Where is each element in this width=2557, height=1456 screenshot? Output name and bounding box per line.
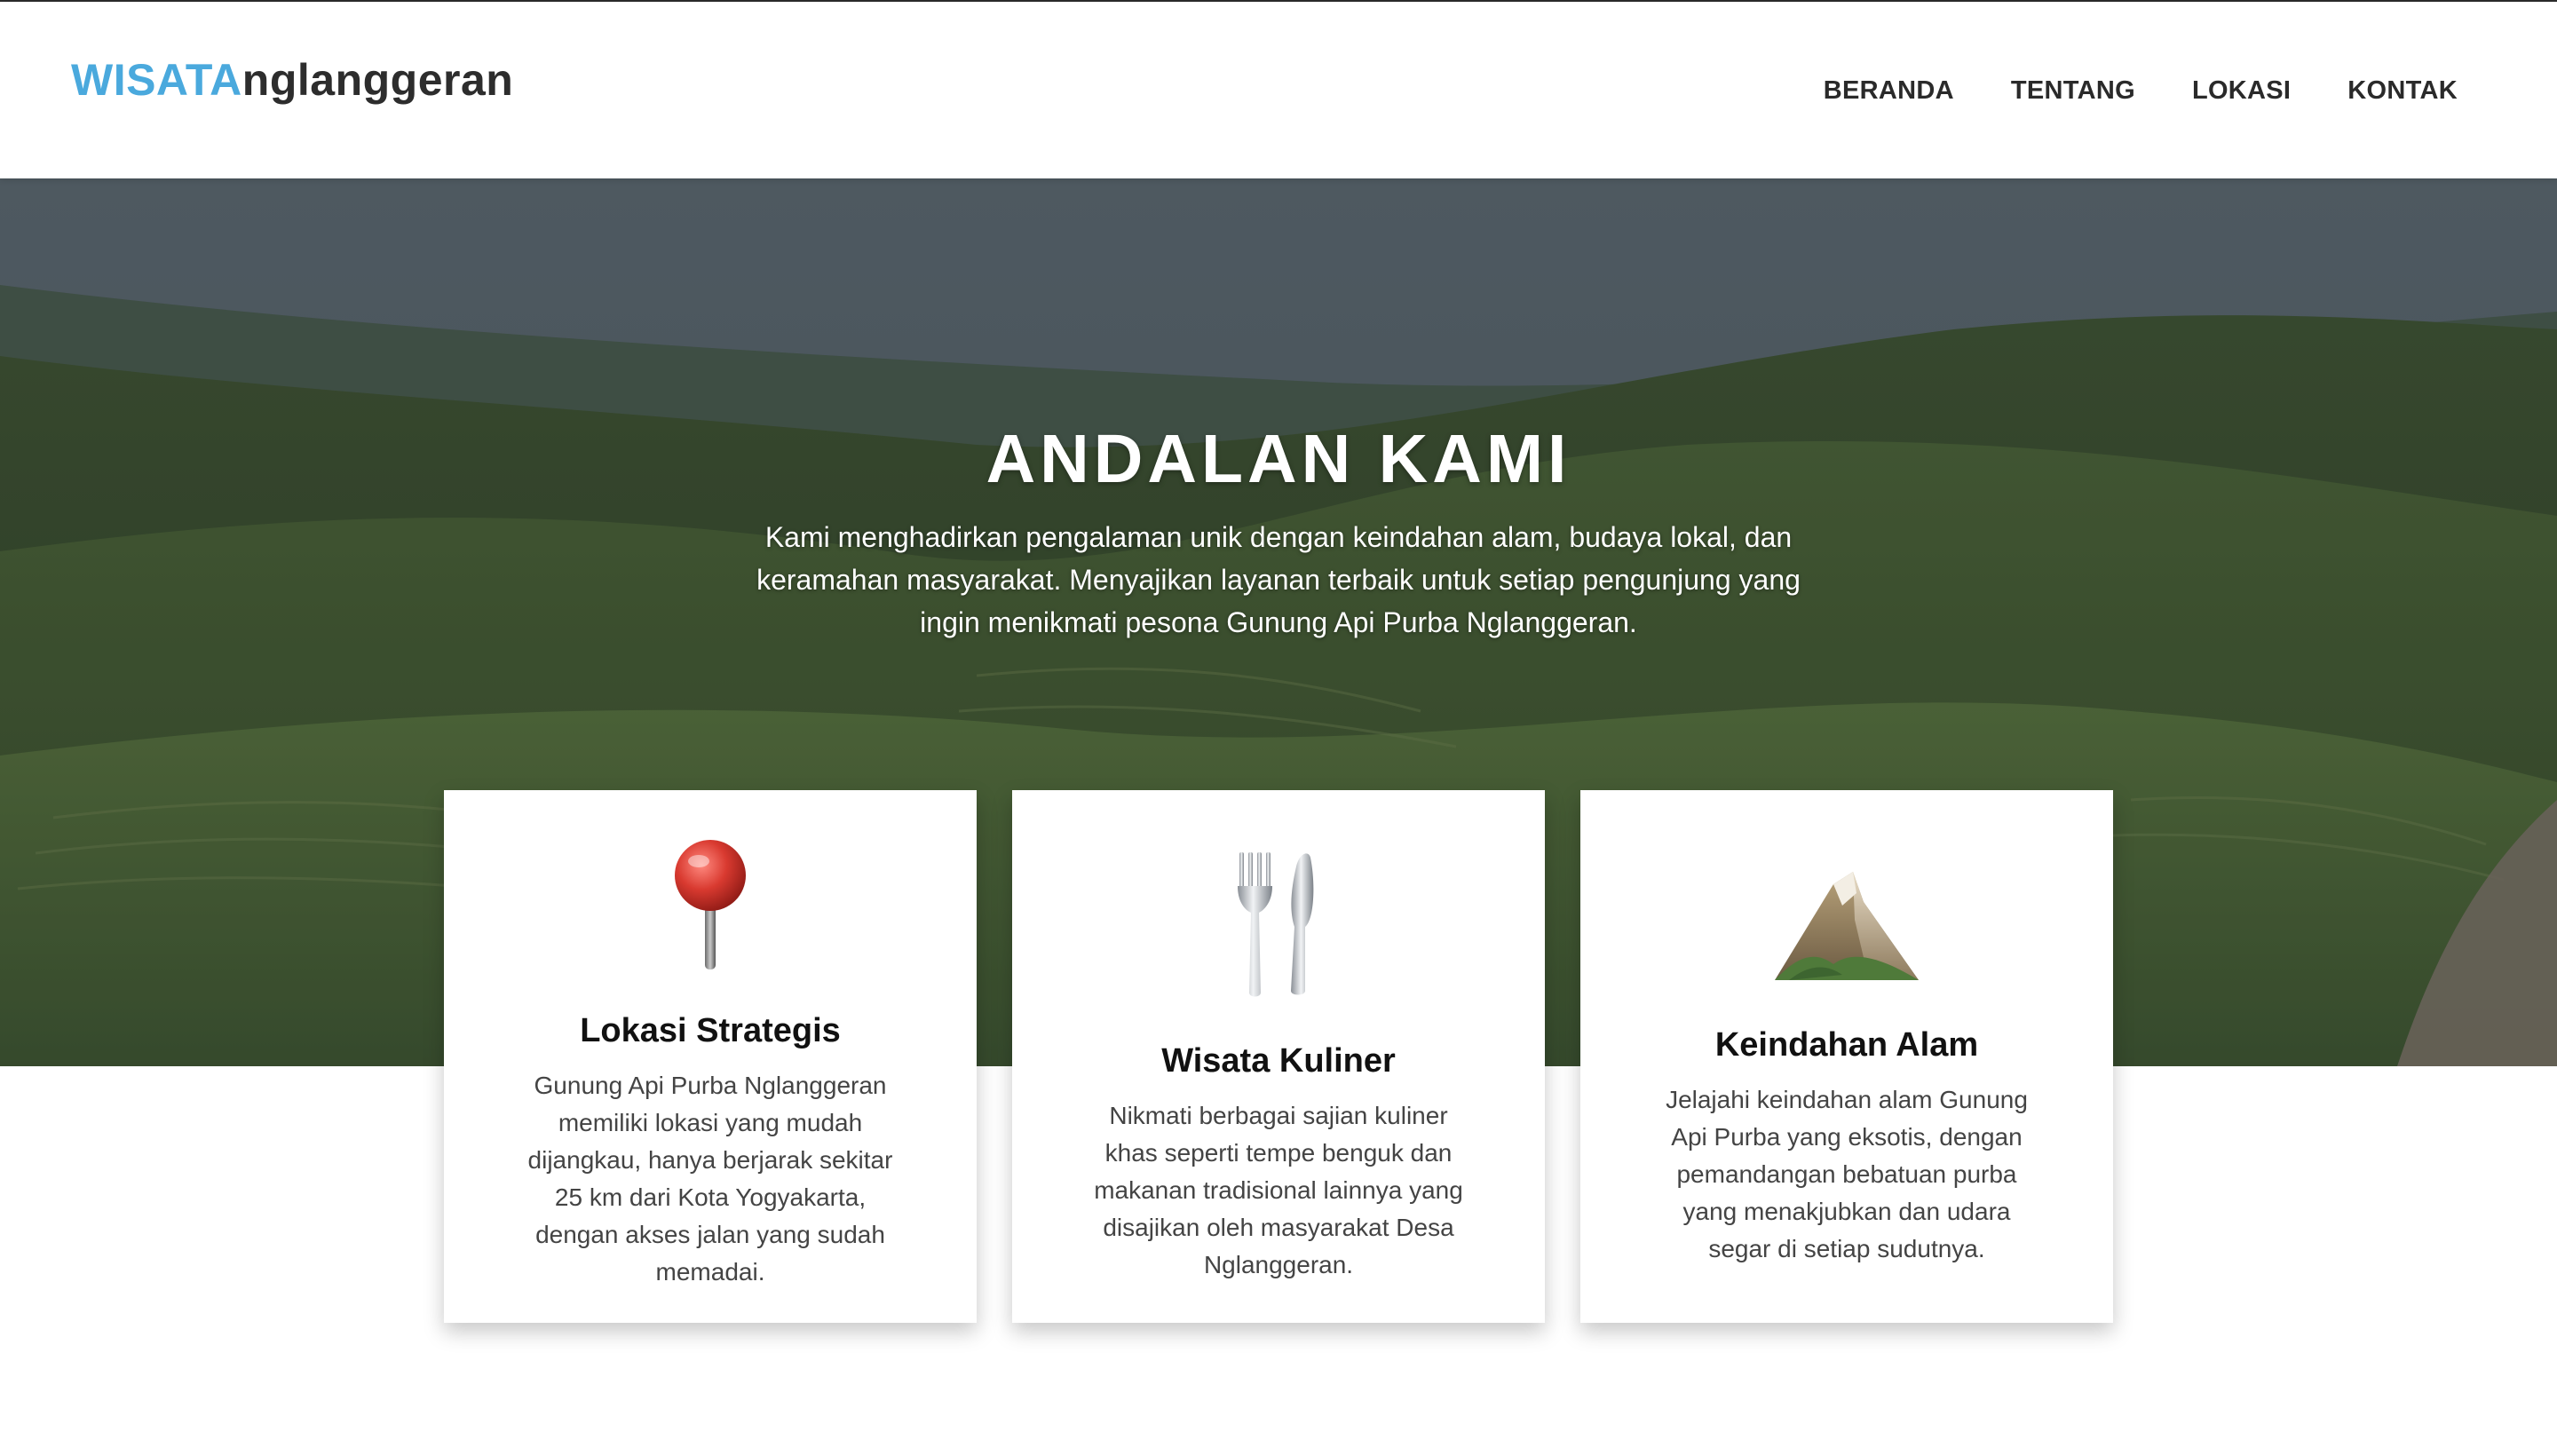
logo-main-text: nglanggeran — [241, 55, 514, 105]
feature-description: Nikmati berbagai sajian kuliner khas sep… — [1094, 1102, 1463, 1278]
hero-description: Kami menghadirkan pengalaman unik dengan… — [756, 521, 1801, 638]
feature-card-kuliner[interactable]: Wisata Kuliner Nikmati berbagai sajian k… — [1012, 790, 1545, 1323]
feature-card-alam[interactable]: Keindahan Alam Jelajahi keindahan alam G… — [1580, 790, 2113, 1323]
feature-title: Keindahan Alam — [1714, 1026, 1979, 1064]
site-header: WISATAnglanggeran BERANDA TENTANG LOKASI… — [0, 2, 2557, 178]
nav-link-kontak[interactable]: KONTAK — [2347, 73, 2458, 108]
fork-and-knife-icon — [1238, 852, 1314, 997]
mountain-icon — [1775, 872, 1919, 980]
features-card-row: Lokasi Strategis Gunung Api Purba Nglang… — [444, 790, 2113, 1323]
feature-description: Jelajahi keindahan alam Gunung Api Purba… — [1666, 1086, 2028, 1262]
nav-link-lokasi[interactable]: LOKASI — [2192, 73, 2291, 108]
nav-link-beranda[interactable]: BERANDA — [1824, 73, 1954, 108]
feature-title: Wisata Kuliner — [1161, 1042, 1396, 1080]
main-navigation: BERANDA TENTANG LOKASI KONTAK — [1824, 73, 2458, 108]
nav-link-tentang[interactable]: TENTANG — [2011, 73, 2135, 108]
round-pushpin-icon — [675, 840, 746, 969]
logo-accent-text: WISATA — [71, 55, 242, 105]
site-logo[interactable]: WISATAnglanggeran — [71, 53, 513, 107]
feature-description: Gunung Api Purba Nglanggeran memiliki lo… — [527, 1072, 893, 1286]
feature-title: Lokasi Strategis — [580, 1012, 841, 1049]
feature-card-lokasi[interactable]: Lokasi Strategis Gunung Api Purba Nglang… — [444, 790, 977, 1323]
hero-title: ANDALAN KAMI — [986, 421, 1571, 497]
